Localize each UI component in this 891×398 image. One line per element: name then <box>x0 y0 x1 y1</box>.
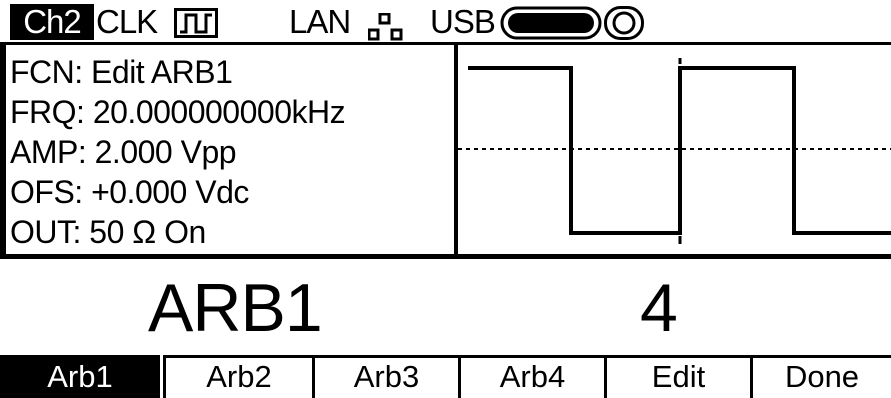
softkey-arb1[interactable]: Arb1 <box>0 355 160 398</box>
display-divider <box>0 254 891 259</box>
softkey-arb3[interactable]: Arb3 <box>312 355 458 398</box>
edit-value[interactable]: 4 <box>640 268 678 348</box>
network-icon <box>368 13 403 41</box>
output-line: OUT: 50 Ω On <box>10 214 206 250</box>
offset-line: OFS: +0.000 Vdc <box>10 174 249 210</box>
usb-label: USB <box>430 3 496 40</box>
softkey-bar: Arb1 Arb2 Arb3 Arb4 Edit Done <box>0 355 891 398</box>
clock-label: CLK <box>96 3 158 40</box>
softkey-edit[interactable]: Edit <box>604 355 750 398</box>
lan-label: LAN <box>289 3 351 40</box>
softkey-done[interactable]: Done <box>750 355 891 398</box>
waveform-name-value: ARB1 <box>148 270 323 346</box>
amplitude-line: AMP: 2.000 Vpp <box>10 134 237 170</box>
circle-icon <box>604 6 644 40</box>
softkey-arb4[interactable]: Arb4 <box>458 355 604 398</box>
channel-indicator: Ch2 <box>10 4 94 40</box>
frequency-line: FRQ: 20.000000000kHz <box>10 94 346 130</box>
square-wave-preview <box>458 58 891 244</box>
parameter-panel: FCN: Edit ARB1 FRQ: 20.000000000kHz AMP:… <box>10 50 450 250</box>
softkey-arb2[interactable]: Arb2 <box>163 355 312 398</box>
status-bar: Ch2 CLK LAN USB <box>0 0 891 45</box>
usb-drive-icon <box>500 6 602 40</box>
square-wave-icon <box>174 8 218 38</box>
left-frame <box>0 45 6 255</box>
function-line: FCN: Edit ARB1 <box>10 54 233 90</box>
